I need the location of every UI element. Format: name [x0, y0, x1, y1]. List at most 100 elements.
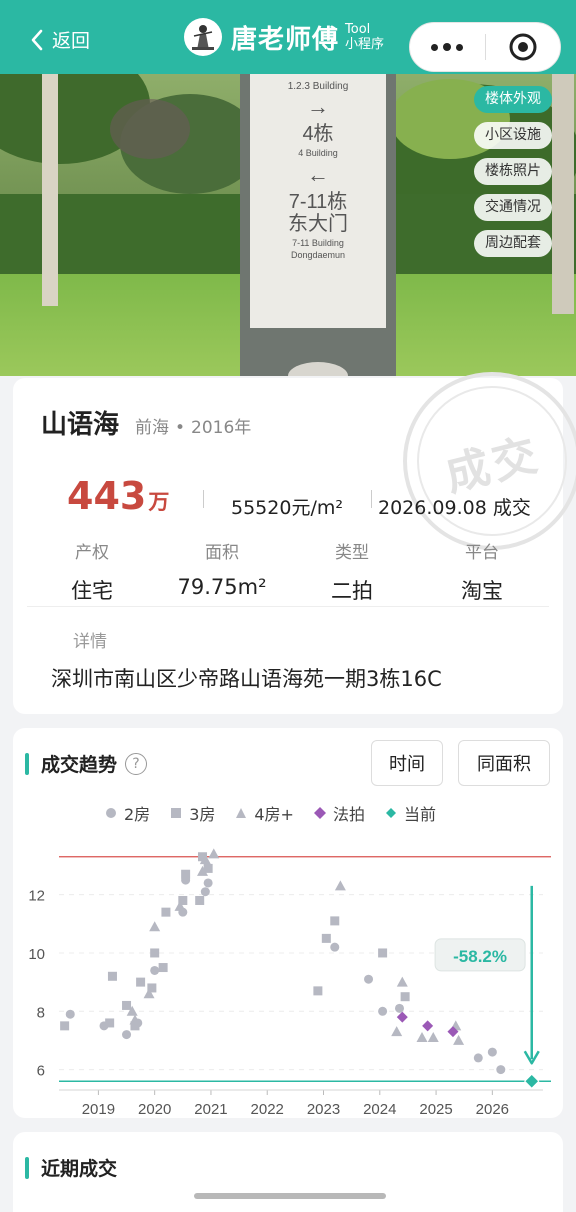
x-tick-label: 2023: [307, 1101, 340, 1118]
deal-stamp: 成交: [403, 372, 576, 550]
point-4room: [149, 921, 161, 932]
help-icon[interactable]: ?: [125, 752, 148, 775]
tab-facilities[interactable]: 小区设施: [474, 122, 552, 149]
x-tick-label: 2024: [363, 1101, 396, 1118]
point-3room: [313, 986, 323, 996]
point-4room: [453, 1034, 465, 1045]
chevron-left-icon: [31, 29, 43, 50]
brand-name: 唐老师傅: [231, 24, 340, 55]
deal-date: 2026.09.08 成交: [378, 497, 531, 519]
svg-text:→: →: [307, 94, 329, 119]
close-miniprogram-button[interactable]: [486, 32, 561, 62]
diamond-marker-icon: [385, 808, 396, 818]
point-2room: [150, 965, 160, 975]
sign-line: 1.2.3 Building: [288, 81, 349, 92]
circle-marker-icon: [106, 808, 116, 818]
trend-scatter-chart[interactable]: 6 8 10 12 2019 2020 2021 2022 2023 2024 2025 2026 -5…: [13, 836, 563, 1118]
point-3room: [122, 1000, 132, 1010]
svg-text:←: ←: [307, 162, 329, 187]
point-3room: [105, 1018, 115, 1028]
point-2room: [378, 1006, 388, 1016]
photo-category-tabs: 楼体外观 小区设施 楼栋照片 交通情况 周边配套: [474, 86, 552, 257]
tab-surroundings[interactable]: 周边配套: [474, 230, 552, 257]
brand: 唐老师傅 Tool 小程序: [184, 18, 384, 56]
tab-transport[interactable]: 交通情况: [474, 194, 552, 221]
point-auction: [422, 1020, 434, 1032]
point-3room: [400, 992, 410, 1002]
miniprogram-capsule: [409, 22, 561, 72]
legend-4room[interactable]: 4房+: [235, 801, 294, 825]
point-2room: [330, 942, 340, 952]
point-3room: [161, 907, 171, 917]
brand-logo-icon: [184, 18, 222, 56]
point-3room: [136, 977, 146, 987]
point-4room: [334, 880, 346, 891]
legend-2room[interactable]: 2房: [105, 801, 150, 825]
point-current: [524, 1073, 540, 1089]
section-accent: [25, 1156, 29, 1179]
divider: [203, 490, 204, 508]
detail-label: 详情: [73, 632, 107, 652]
divider: [27, 606, 549, 607]
point-3room: [330, 916, 340, 926]
hero-photo[interactable]: 1.2.3 Building → 4栋 4 Building ← 7-11栋 东…: [0, 74, 576, 376]
trend-header: 成交趋势 ?: [25, 750, 148, 777]
price-value: 443: [67, 474, 147, 518]
same-area-filter-button[interactable]: 同面积: [458, 740, 550, 786]
unit-price: 55520元/m²: [231, 497, 343, 519]
legend-current[interactable]: 当前: [385, 801, 436, 825]
back-button[interactable]: 返回: [30, 26, 90, 53]
field-type: 类型 二拍: [331, 543, 373, 603]
point-3room: [150, 948, 160, 958]
district: 前海: [135, 418, 170, 438]
point-2room: [122, 1030, 132, 1040]
point-2room: [364, 974, 374, 984]
legend-3room[interactable]: 3房: [170, 801, 215, 825]
divider: [371, 490, 372, 508]
y-tick-label: 6: [37, 1063, 45, 1080]
point-auction: [396, 1011, 408, 1023]
point-2room: [65, 1009, 75, 1019]
y-tick-label: 12: [28, 888, 45, 905]
tab-building-photos[interactable]: 楼栋照片: [474, 158, 552, 185]
point-3room: [181, 869, 191, 879]
sign-line: 7-11 Building: [292, 238, 344, 248]
chart-legend: 2房 3房 4房+ 法拍 当前: [105, 801, 436, 825]
diamond-marker-icon: [313, 807, 326, 819]
x-tick-label: 2020: [138, 1101, 171, 1118]
price-unit: 万: [148, 490, 170, 514]
sign-line: 4 Building: [298, 148, 338, 158]
point-3room: [60, 1021, 70, 1031]
point-2room: [487, 1047, 497, 1057]
legend-auction[interactable]: 法拍: [313, 801, 365, 825]
x-tick-label: 2019: [82, 1101, 115, 1118]
dot-icon: [456, 43, 464, 51]
field-ownership: 产权 住宅: [71, 543, 113, 603]
more-button[interactable]: [410, 43, 485, 51]
y-tick-label: 8: [37, 1004, 45, 1021]
x-tick-label: 2026: [476, 1101, 509, 1118]
stamp-text: 成交: [440, 429, 546, 502]
trend-card: 成交趋势 ? 时间 同面积 2房 3房 4房+ 法拍 当前 6 8 10 12 2019…: [13, 728, 563, 1118]
sign-line: 东大门: [288, 212, 348, 235]
dot-icon: [443, 43, 452, 51]
triangle-marker-icon: [236, 808, 247, 818]
address: 深圳市南山区少帝路山语海苑一期3栋16C: [51, 667, 442, 691]
community-meta: 前海 • 2016年: [135, 418, 252, 438]
sign-line: Dongdaemun: [291, 250, 345, 260]
build-year: 2016年: [191, 418, 252, 438]
point-2room: [200, 887, 210, 897]
point-4room: [416, 1032, 428, 1043]
sign-line: 7-11栋: [289, 190, 348, 213]
point-3room: [378, 948, 388, 958]
recent-deals-card: 近期成交: [13, 1132, 563, 1212]
time-filter-button[interactable]: 时间: [371, 740, 443, 786]
nav-header: 返回 唐老师傅 Tool 小程序: [0, 0, 576, 74]
brand-tag: Tool: [345, 22, 371, 37]
section-accent: [25, 752, 29, 775]
point-3room: [195, 895, 205, 905]
field-platform: 平台 淘宝: [461, 543, 503, 603]
listing-card: 成交 山语海 前海 • 2016年 443 万 55520元/m² 2026.09.…: [13, 372, 576, 714]
square-marker-icon: [171, 808, 182, 818]
tab-exterior[interactable]: 楼体外观: [474, 86, 552, 113]
